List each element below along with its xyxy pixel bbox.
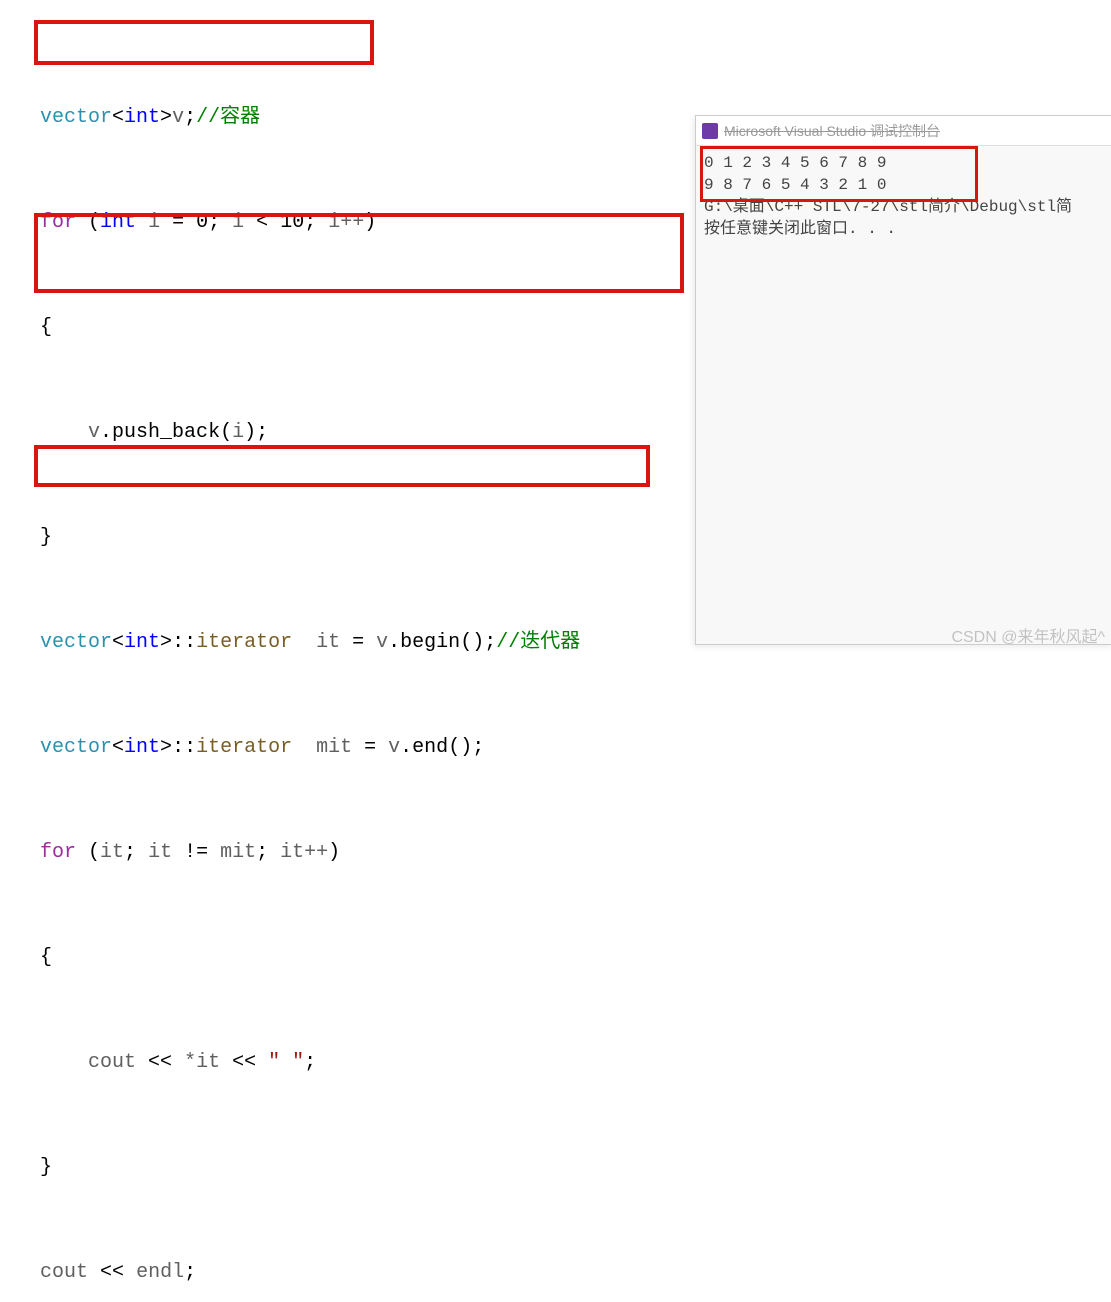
- console-window[interactable]: Microsoft Visual Studio 调试控制台 0 1 2 3 4 …: [695, 115, 1111, 645]
- vs-icon: [702, 123, 718, 139]
- console-title: Microsoft Visual Studio 调试控制台: [724, 121, 940, 141]
- console-line3: G:\桌面\C++ STL\7-27\stl简介\Debug\stl简: [704, 198, 1072, 216]
- console-output: 0 1 2 3 4 5 6 7 8 9 9 8 7 6 5 4 3 2 1 0 …: [696, 146, 1111, 246]
- line-cout1: cout << *it << " ";: [40, 1045, 580, 1080]
- line-iter2: vector<int>::iterator mit = v.end();: [40, 730, 580, 765]
- console-line1: 0 1 2 3 4 5 6 7 8 9: [704, 154, 886, 172]
- line-brace-close: }: [40, 520, 580, 555]
- type-int: int: [124, 106, 160, 129]
- line-for2: for (it; it != mit; it++): [40, 835, 580, 870]
- watermark: CSDN @来年秋风起^: [951, 623, 1105, 647]
- console-line4: 按任意键关闭此窗口. . .: [704, 220, 896, 238]
- line-for1: for (int i = 0; i < 10; i++): [40, 205, 580, 240]
- code-editor: vector<int>v;//容器 for (int i = 0; i < 10…: [40, 30, 580, 1302]
- console-titlebar[interactable]: Microsoft Visual Studio 调试控制台: [696, 116, 1111, 146]
- type-vector: vector: [40, 106, 112, 129]
- line-vector-decl: vector<int>v;//容器: [40, 100, 580, 135]
- line-brace-open: {: [40, 310, 580, 345]
- line-iter1: vector<int>::iterator it = v.begin();//迭…: [40, 625, 580, 660]
- comment-container: //容器: [196, 106, 260, 129]
- console-line2: 9 8 7 6 5 4 3 2 1 0: [704, 176, 886, 194]
- line-push: v.push_back(i);: [40, 415, 580, 450]
- line-cout-endl: cout << endl;: [40, 1255, 580, 1290]
